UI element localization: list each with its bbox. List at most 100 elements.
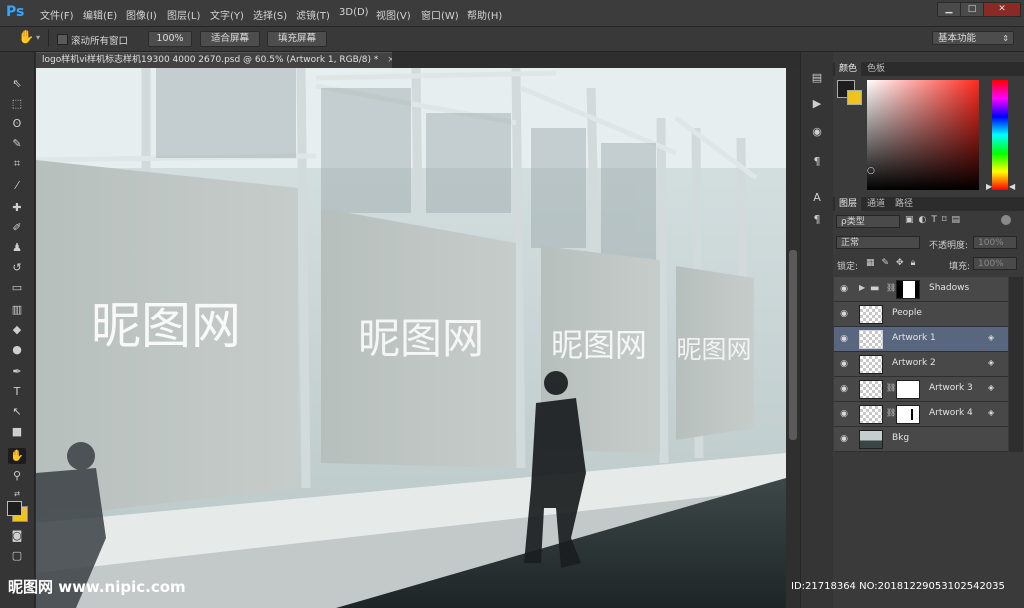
tab-color[interactable]: 颜色 — [835, 62, 862, 76]
layer-filter-select[interactable]: ρ类型 — [836, 215, 900, 228]
menu-help[interactable]: 帮助(H) — [467, 7, 502, 22]
hand-tool-icon[interactable]: ✋ — [18, 30, 34, 45]
picker-cursor-icon: ○ — [867, 166, 875, 176]
move-tool-icon[interactable]: ⇖ — [8, 76, 26, 92]
color-background-swatch[interactable] — [847, 90, 862, 105]
blur-tool-icon[interactable]: ◆ — [8, 322, 26, 338]
scroll-all-checkbox[interactable] — [57, 34, 68, 45]
maximize-button[interactable]: □ — [960, 2, 984, 17]
fit-screen-button[interactable]: 适合屏幕 — [200, 31, 260, 47]
menu-3d[interactable]: 3D(D) — [339, 7, 369, 18]
menu-window[interactable]: 窗口(W) — [421, 7, 459, 22]
color-picker-field[interactable] — [867, 80, 979, 190]
smart-object-thumbnail — [859, 355, 883, 374]
dodge-tool-icon[interactable]: ● — [8, 342, 26, 358]
layer-artwork-3[interactable]: ◉ ⛓ Artwork 3 ◈ — [834, 377, 1008, 402]
menu-view[interactable]: 视图(V) — [376, 7, 411, 22]
options-bar: ✋ ▾ 滚动所有窗口 100% 适合屏幕 填充屏幕 基本功能 ⇕ — [0, 27, 1024, 52]
marquee-tool-icon[interactable]: ⬚ — [8, 96, 26, 112]
crop-tool-icon[interactable]: ⌗ — [8, 156, 26, 172]
fill-screen-button[interactable]: 填充屏幕 — [267, 31, 327, 47]
layer-bkg[interactable]: ◉ Bkg — [834, 427, 1008, 452]
eye-icon[interactable]: ◉ — [838, 408, 850, 420]
quick-select-tool-icon[interactable]: ✎ — [8, 136, 26, 152]
foreground-color-swatch[interactable] — [7, 501, 22, 516]
history-brush-tool-icon[interactable]: ↺ — [8, 260, 26, 276]
properties-panel-icon[interactable]: ◉ — [808, 124, 826, 140]
filter-toggle-icon[interactable] — [1001, 215, 1011, 225]
eye-icon[interactable]: ◉ — [838, 433, 850, 445]
eraser-tool-icon[interactable]: ▭ — [8, 280, 26, 296]
mockup-photo: 昵图网 昵图网 昵图网 昵图网 — [36, 68, 786, 608]
history-panel-icon[interactable]: ▤ — [808, 70, 826, 86]
link-icon: ⛓ — [886, 283, 897, 292]
menu-edit[interactable]: 编辑(E) — [83, 7, 117, 22]
layer-artwork-2[interactable]: ◉ Artwork 2 ◈ — [834, 352, 1008, 377]
actions-panel-icon[interactable]: ▶ — [808, 96, 826, 112]
lock-icons[interactable]: ▦✎✥🔒︎ — [866, 258, 922, 268]
close-button[interactable]: ✕ — [983, 2, 1021, 17]
paragraph-style-icon[interactable]: ¶ — [808, 154, 826, 170]
blend-mode-select[interactable]: 正常 — [836, 236, 920, 249]
swap-colors-icon[interactable]: ⇄ — [8, 486, 26, 502]
document-canvas[interactable]: 昵图网 昵图网 昵图网 昵图网 — [36, 68, 786, 608]
fill-field[interactable]: 100% — [973, 257, 1017, 270]
hand-tool-icon[interactable]: ✋ — [8, 448, 26, 464]
menu-type[interactable]: 文字(Y) — [210, 7, 244, 22]
layer-name: Artwork 2 — [892, 358, 936, 368]
close-document-icon[interactable]: × — [387, 55, 392, 65]
screen-mode-icon[interactable]: ▢ — [8, 548, 26, 564]
watermark-site: 昵图网 www.nipic.com — [8, 578, 186, 596]
layer-people[interactable]: ◉ People — [834, 302, 1008, 327]
eye-icon[interactable]: ◉ — [838, 333, 850, 345]
shape-tool-icon[interactable]: ■ — [8, 424, 26, 440]
layers-scrollbar[interactable] — [1009, 277, 1023, 452]
mask-thumbnail — [896, 405, 920, 424]
lasso-tool-icon[interactable]: ʘ — [8, 116, 26, 132]
zoom-tool-icon[interactable]: ⚲ — [8, 468, 26, 484]
layer-artwork-1[interactable]: ◉ Artwork 1 ◈ — [834, 327, 1008, 352]
hue-slider-handle-icon[interactable]: ▶ — [986, 182, 992, 191]
layers-list: ◉ ▶ ▬ ⛓ Shadows ◉ People ◉ Artwork 1 ◈ ◉… — [833, 277, 1024, 467]
tab-channels[interactable]: 通道 — [863, 197, 889, 211]
tool-preset-chevron-icon[interactable]: ▾ — [36, 33, 40, 42]
scroll-all-label: 滚动所有窗口 — [71, 36, 129, 47]
menu-file[interactable]: 文件(F) — [40, 7, 74, 22]
paragraph-panel-icon[interactable]: ¶ — [808, 212, 826, 228]
stamp-tool-icon[interactable]: ♟ — [8, 240, 26, 256]
character-panel-icon[interactable]: A — [808, 190, 826, 206]
expand-arrow-icon[interactable]: ▶ — [859, 283, 865, 292]
eye-icon[interactable]: ◉ — [838, 358, 850, 370]
menu-layer[interactable]: 图层(L) — [167, 7, 200, 22]
quick-mask-icon[interactable]: ◙ — [8, 528, 26, 544]
hue-slider-handle-right-icon[interactable]: ◀ — [1009, 182, 1015, 191]
gradient-tool-icon[interactable]: ▥ — [8, 302, 26, 318]
workspace-value: 基本功能 — [938, 33, 977, 44]
tab-swatches[interactable]: 色板 — [863, 62, 889, 76]
eye-icon[interactable]: ◉ — [838, 383, 850, 395]
layer-shadows[interactable]: ◉ ▶ ▬ ⛓ Shadows — [834, 277, 1008, 302]
opacity-field[interactable]: 100% — [973, 236, 1017, 249]
menu-select[interactable]: 选择(S) — [253, 7, 287, 22]
menu-image[interactable]: 图像(I) — [126, 7, 157, 22]
brush-tool-icon[interactable]: ✐ — [8, 220, 26, 236]
pen-tool-icon[interactable]: ✒ — [8, 364, 26, 380]
zoom-100-button[interactable]: 100% — [148, 31, 192, 47]
menu-filter[interactable]: 滤镜(T) — [296, 7, 330, 22]
tab-layers[interactable]: 图层 — [835, 197, 862, 211]
filter-icons[interactable]: ▣◐T⌑▤ — [905, 215, 965, 225]
scrollbar-thumb[interactable] — [789, 250, 797, 440]
right-panel-dock: 颜色 色板 ○ ▶ ◀ 图层 通道 路径 ρ类型 ▣◐T⌑▤ 正常 不透明度: … — [833, 52, 1024, 608]
eye-icon[interactable]: ◉ — [838, 308, 850, 320]
path-select-tool-icon[interactable]: ↖ — [8, 404, 26, 420]
eye-icon[interactable]: ◉ — [838, 283, 850, 295]
type-tool-icon[interactable]: T — [8, 384, 26, 400]
minimize-button[interactable]: ▁ — [937, 2, 961, 17]
eyedropper-tool-icon[interactable]: ⁄ — [8, 178, 26, 194]
healing-brush-tool-icon[interactable]: ✚ — [8, 200, 26, 216]
tab-paths[interactable]: 路径 — [891, 197, 917, 211]
layer-artwork-4[interactable]: ◉ ⛓ Artwork 4 ◈ — [834, 402, 1008, 427]
workspace-select[interactable]: 基本功能 ⇕ — [932, 31, 1014, 45]
hue-slider[interactable] — [992, 80, 1008, 190]
document-tab[interactable]: logo样机vi样机标志样机19300 4000 2670.psd @ 60.5… — [36, 52, 392, 68]
